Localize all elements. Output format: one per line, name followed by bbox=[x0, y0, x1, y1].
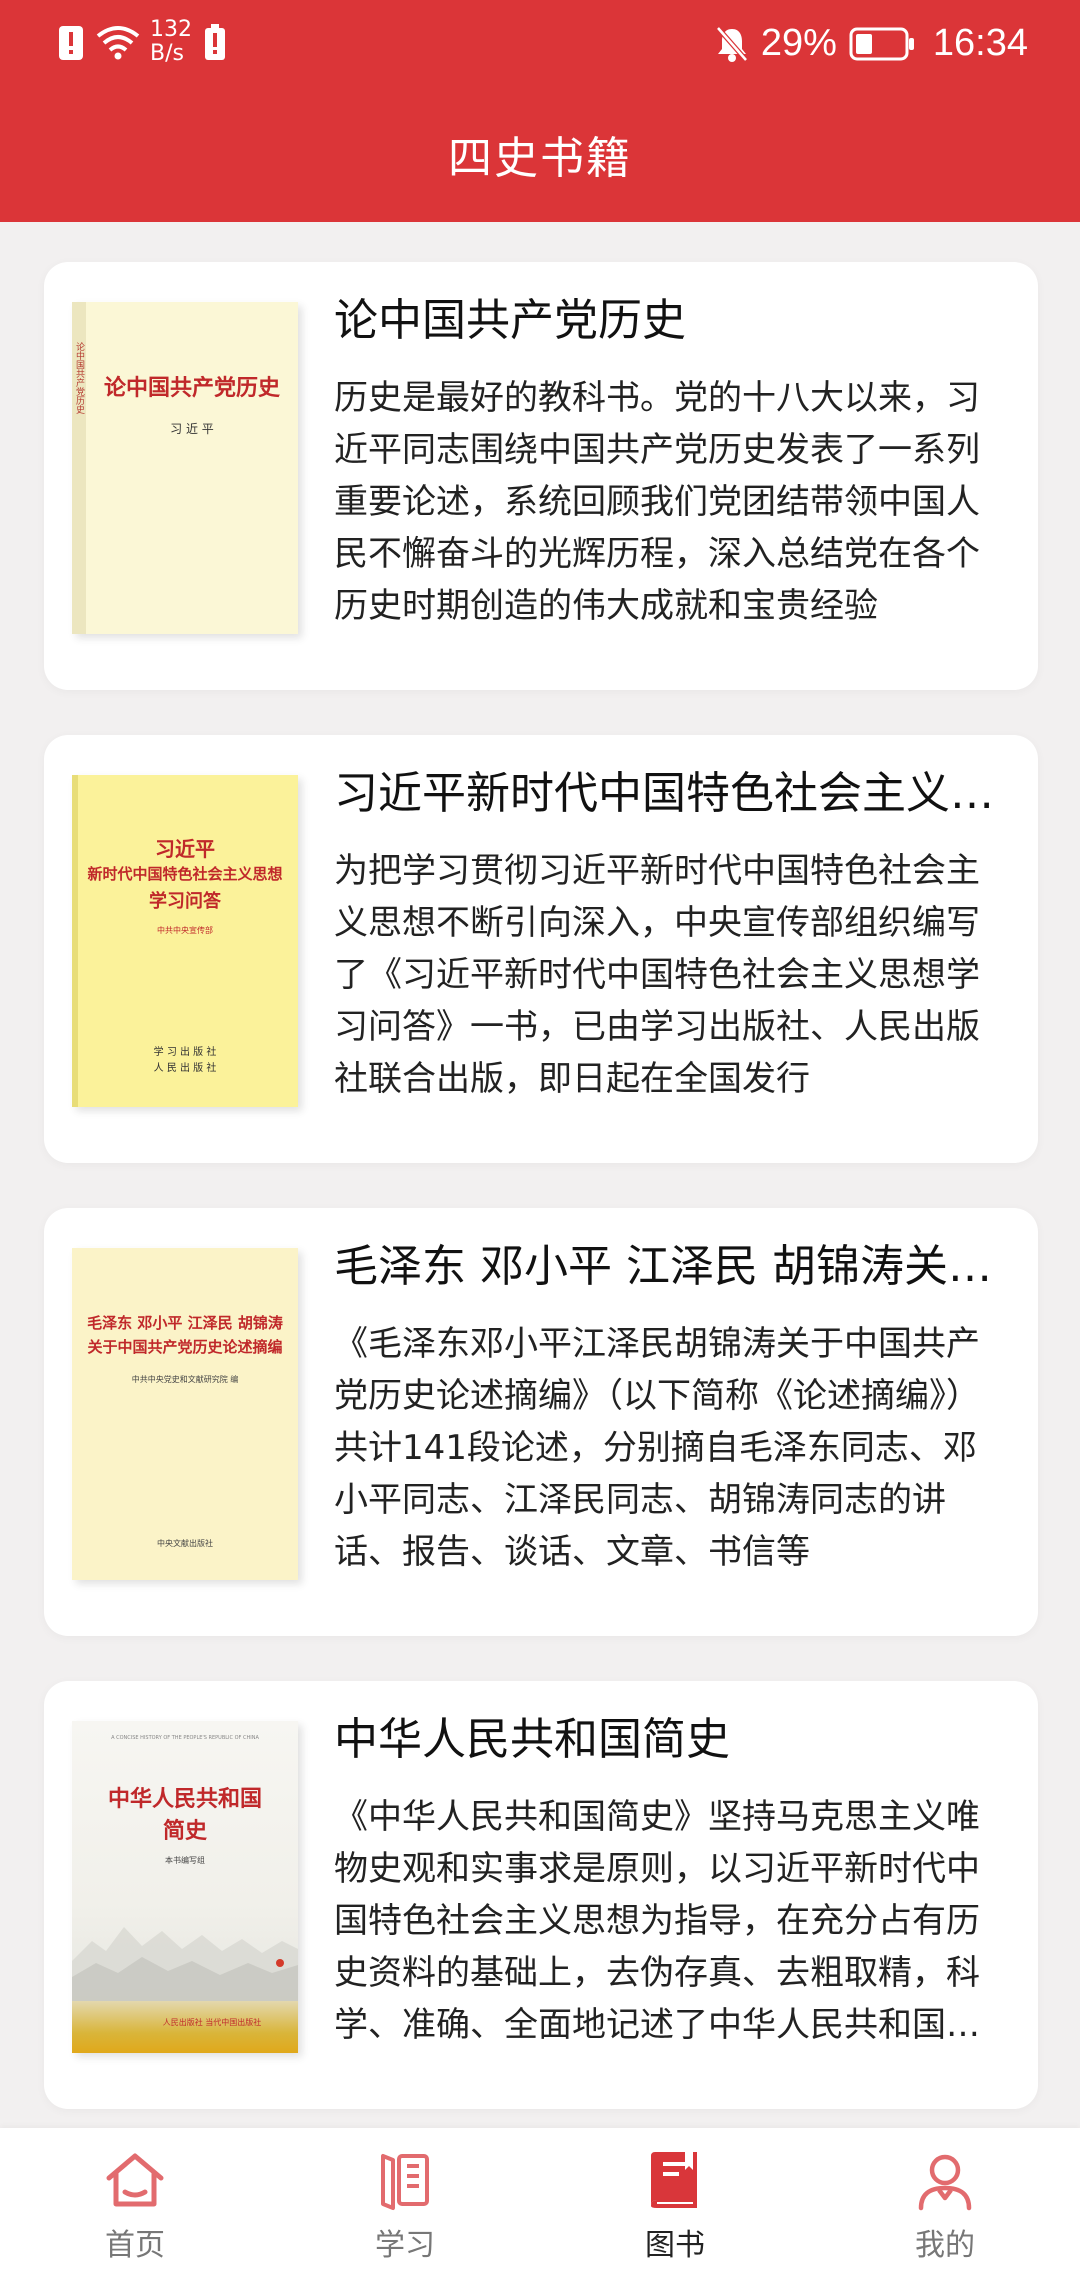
book-cover[interactable]: 毛泽东 邓小平 江泽民 胡锦涛 关于中国共产党历史论述摘编 中共中央党史和文献研… bbox=[72, 1248, 298, 1580]
cover-title-line3: 学习问答 bbox=[149, 891, 221, 912]
cover-publisher-1: 学 习 出 版 社 bbox=[153, 1047, 217, 1058]
book-list[interactable]: 论中国共产党历史 论中国共产党历史 习 近 平 论中国共产党历史 历史是最好的教… bbox=[0, 222, 1080, 2128]
cover-publisher-2: 人 民 出 版 社 bbox=[153, 1063, 217, 1074]
landscape-illustration bbox=[72, 1927, 298, 2001]
status-bar: 132 B/s 29% 16:34 bbox=[0, 0, 1080, 92]
study-icon bbox=[381, 2154, 429, 2210]
book-title[interactable]: 论中国共产党历史 bbox=[334, 290, 1014, 352]
cover-spine-text: 论中国共产党历史 bbox=[74, 342, 84, 414]
battery-alert-icon bbox=[205, 24, 225, 60]
nav-item-books[interactable]: 图书 bbox=[540, 2128, 810, 2280]
wifi-icon bbox=[96, 26, 140, 60]
book-title[interactable]: 习近平新时代中国特色社会主义思想学习问答 bbox=[334, 763, 1014, 825]
app-header: 132 B/s 29% 16:34 四史书籍 bbox=[0, 0, 1080, 222]
book-description: 《中华人民共和国简史》坚持马克思主义唯物史观和实事求是原则，以习近平新时代中国特… bbox=[334, 1797, 980, 2045]
network-speed: 132 B/s bbox=[150, 18, 192, 66]
nav-item-study[interactable]: 学习 bbox=[270, 2128, 540, 2280]
bottom-navigation: 首页 学习 图书 我的 bbox=[0, 2128, 1080, 2280]
nav-label-study: 学习 bbox=[375, 2228, 435, 2263]
book-description: 《毛泽东邓小平江泽民胡锦涛关于中国共产党历史论述摘编》（以下简称《论述摘编》）共… bbox=[334, 1324, 980, 1572]
book-card[interactable]: 毛泽东 邓小平 江泽民 胡锦涛 关于中国共产党历史论述摘编 中共中央党史和文献研… bbox=[44, 1208, 1038, 1636]
nav-item-profile[interactable]: 我的 bbox=[810, 2128, 1080, 2280]
mute-bell-icon bbox=[715, 25, 748, 62]
book-card[interactable]: A CONCISE HISTORY OF THE PEOPLE'S REPUBL… bbox=[44, 1681, 1038, 2109]
nav-label-profile: 我的 bbox=[915, 2228, 975, 2263]
cover-title-line2: 关于中国共产党历史论述摘编 bbox=[87, 1338, 283, 1356]
page-title: 四史书籍 bbox=[448, 133, 632, 184]
cover-title-line1: 毛泽东 邓小平 江泽民 胡锦涛 bbox=[87, 1314, 283, 1332]
battery-percent: 29% bbox=[760, 22, 837, 64]
battery-icon bbox=[849, 27, 914, 60]
book-card[interactable]: 习近平 新时代中国特色社会主义思想 学习问答 中共中央宣传部 学 习 出 版 社… bbox=[44, 735, 1038, 1163]
net-speed-unit: B/s bbox=[150, 41, 184, 66]
book-title[interactable]: 毛泽东 邓小平 江泽民 胡锦涛关于中国共产党历史论述摘编 bbox=[334, 1236, 1014, 1298]
cover-title-line2: 新时代中国特色社会主义思想 bbox=[87, 865, 283, 883]
nav-label-books: 图书 bbox=[645, 2228, 705, 2263]
cover-en-title: A CONCISE HISTORY OF THE PEOPLE'S REPUBL… bbox=[111, 1735, 259, 1741]
clock: 16:34 bbox=[932, 22, 1028, 64]
profile-icon bbox=[918, 2154, 972, 2211]
net-speed-value: 132 bbox=[150, 17, 192, 42]
book-title[interactable]: 中华人民共和国简史 bbox=[334, 1709, 1014, 1771]
book-description: 历史是最好的教科书。党的十八大以来，习近平同志围绕中国共产党历史发表了一系列重要… bbox=[334, 378, 980, 626]
book-cover[interactable]: 论中国共产党历史 论中国共产党历史 习 近 平 bbox=[72, 302, 298, 634]
cover-author: 习 近 平 bbox=[170, 422, 214, 436]
cover-editor: 中共中央党史和文献研究院 编 bbox=[131, 1375, 239, 1384]
cover-editor: 中共中央宣传部 bbox=[157, 926, 213, 935]
cover-title-line2: 简史 bbox=[162, 1818, 207, 1844]
nav-item-home[interactable]: 首页 bbox=[0, 2128, 270, 2280]
book-cover[interactable]: 习近平 新时代中国特色社会主义思想 学习问答 中共中央宣传部 学 习 出 版 社… bbox=[72, 775, 298, 1107]
home-icon bbox=[106, 2153, 164, 2207]
cover-publisher: 人民出版社 当代中国出版社 bbox=[162, 2018, 262, 2027]
cover-title-line1: 习近平 bbox=[155, 837, 215, 861]
book-card[interactable]: 论中国共产党历史 论中国共产党历史 习 近 平 论中国共产党历史 历史是最好的教… bbox=[44, 262, 1038, 690]
book-cover[interactable]: A CONCISE HISTORY OF THE PEOPLE'S REPUBL… bbox=[72, 1721, 298, 2053]
alert-icon bbox=[59, 26, 83, 60]
book-icon bbox=[651, 2152, 697, 2208]
cover-title: 论中国共产党历史 bbox=[103, 375, 280, 401]
book-description: 为把学习贯彻习近平新时代中国特色社会主义思想不断引向深入，中央宣传部组织编写了《… bbox=[334, 851, 980, 1099]
nav-label-home: 首页 bbox=[105, 2228, 165, 2263]
cover-title-line1: 中华人民共和国 bbox=[107, 1786, 262, 1812]
cover-editor: 本书编写组 bbox=[165, 1856, 205, 1865]
cover-publisher: 中央文献出版社 bbox=[157, 1539, 213, 1548]
